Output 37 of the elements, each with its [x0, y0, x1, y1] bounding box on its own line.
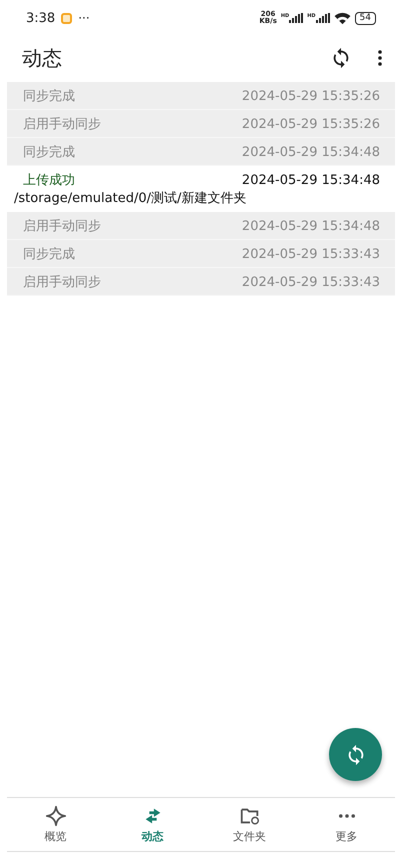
- more-notifications: ···: [78, 11, 90, 25]
- notification-icon: [61, 12, 72, 24]
- event-path: /storage/emulated/0/测试/新建文件夹: [14, 190, 248, 207]
- signal-icon: [289, 13, 304, 23]
- event-title: 同步完成: [23, 246, 75, 262]
- event-time: 2024-05-29 15:35:26: [242, 88, 380, 104]
- page-title: 动态: [22, 44, 62, 72]
- event-row[interactable]: 启用手动同步 2024-05-29 15:33:43: [7, 268, 395, 296]
- more-options-icon[interactable]: [378, 50, 382, 66]
- nav-tab[interactable]: 概览: [7, 798, 104, 851]
- nav-tab[interactable]: 动态: [104, 798, 201, 851]
- event-row[interactable]: 同步完成 2024-05-29 15:33:43: [7, 240, 395, 268]
- event-row[interactable]: 启用手动同步 2024-05-29 15:35:26: [7, 110, 395, 138]
- nav-tab[interactable]: 更多: [298, 798, 395, 851]
- event-row[interactable]: 启用手动同步 2024-05-29 15:34:48: [7, 212, 395, 240]
- event-time: 2024-05-29 15:33:43: [242, 274, 380, 290]
- signal-icon: [316, 13, 330, 23]
- event-time: 2024-05-29 15:34:48: [242, 173, 380, 188]
- event-title: 启用手动同步: [23, 116, 101, 132]
- event-time: 2024-05-29 15:35:26: [242, 116, 380, 132]
- clock-time: 3:38: [26, 10, 56, 26]
- nav-tab[interactable]: 文件夹: [201, 798, 298, 851]
- sparkle-icon: [44, 805, 66, 827]
- event-time: 2024-05-29 15:34:48: [242, 144, 380, 160]
- event-title: 同步完成: [23, 88, 75, 104]
- event-row[interactable]: 同步完成 2024-05-29 15:35:26: [7, 82, 395, 110]
- event-title: 上传成功: [23, 172, 75, 189]
- event-title: 启用手动同步: [23, 274, 101, 290]
- event-row[interactable]: 同步完成 2024-05-29 15:34:48: [7, 138, 395, 166]
- event-time: 2024-05-29 15:33:43: [242, 246, 380, 262]
- event-title: 同步完成: [23, 144, 75, 160]
- sync-button[interactable]: [329, 728, 382, 781]
- more-icon: [338, 814, 354, 818]
- event-time: 2024-05-29 15:34:48: [242, 218, 380, 234]
- wifi-icon: [334, 12, 351, 24]
- event-title: 启用手动同步: [23, 218, 101, 234]
- battery-indicator: 54: [354, 12, 376, 24]
